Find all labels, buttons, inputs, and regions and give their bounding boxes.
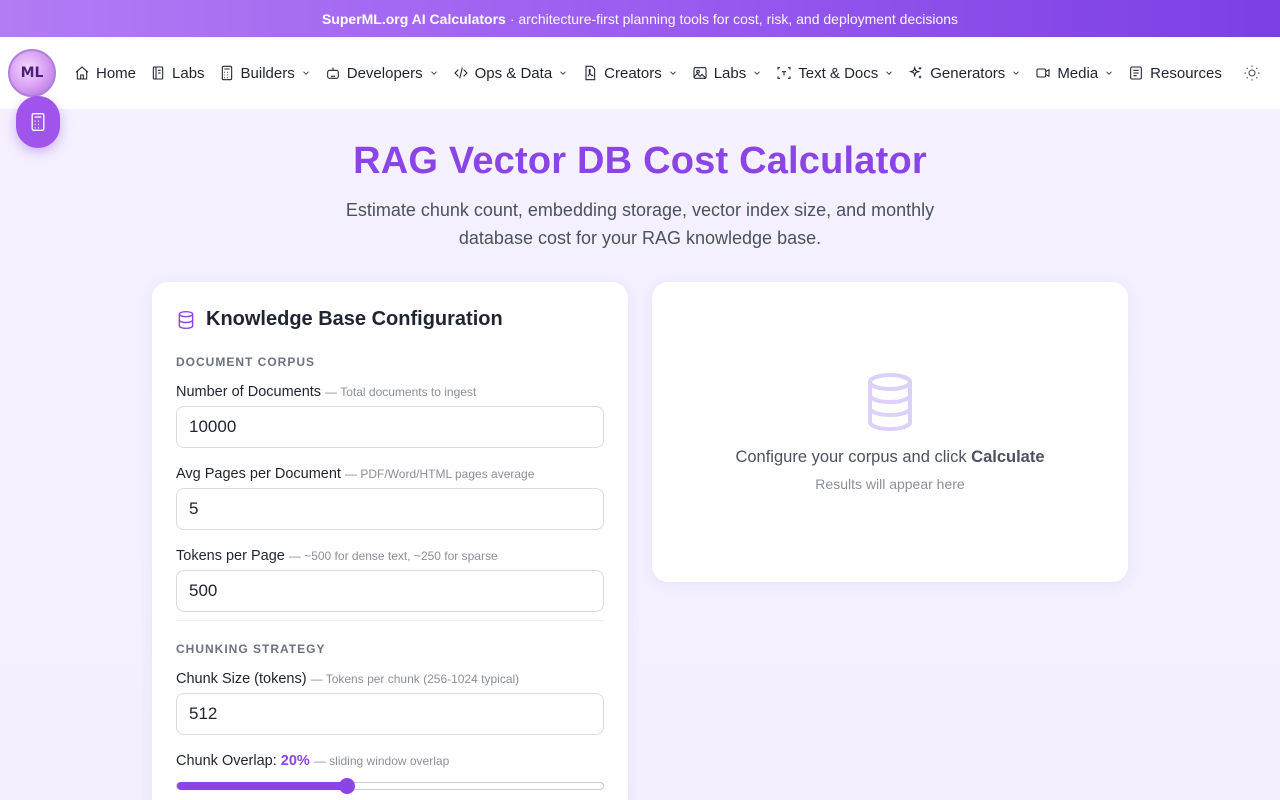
scan-text-icon [777, 67, 791, 79]
section-document-corpus: DOCUMENT CORPUS [176, 355, 316, 369]
num-docs-hint: — Total documents to ingest [325, 385, 477, 399]
chevron-down-icon [430, 71, 437, 75]
banner-tagline: · architecture-first planning tools for … [509, 10, 959, 27]
calculator-icon [31, 113, 45, 131]
video-icon [1036, 68, 1050, 78]
nav-items: Home Labs Builders Developers Ops & Data Crea… [74, 37, 1222, 109]
document-icon [585, 65, 596, 81]
code-icon [453, 67, 468, 79]
chunk-size-label-text: Chunk Size (tokens) [176, 671, 307, 687]
home-icon [75, 66, 89, 80]
top-banner: SuperML.org AI Calculators · architectur… [0, 0, 1280, 37]
sun-icon[interactable] [1243, 64, 1261, 82]
site-logo[interactable]: ML [8, 49, 56, 97]
tokens-per-page-label-text: Tokens per Page [176, 548, 285, 564]
chunk-overlap-label: Chunk Overlap: 20% — sliding window over… [176, 753, 449, 769]
nav-item-label: Builders [240, 64, 295, 82]
sparkles-icon [909, 65, 922, 79]
image-icon [693, 67, 707, 79]
nav-item-creators[interactable]: Creators [582, 65, 678, 82]
chunk-overlap-slider[interactable] [176, 778, 604, 794]
avg-pages-input[interactable] [176, 488, 604, 530]
chevron-down-icon [886, 71, 893, 75]
results-empty-sub: Results will appear here [815, 476, 965, 492]
num-docs-label: Number of Documents — Total documents to… [176, 384, 476, 400]
nav-item-label: Resources [1150, 64, 1222, 82]
avg-pages-hint: — PDF/Word/HTML pages average [345, 467, 535, 481]
nav-item-label: Creators [604, 64, 662, 82]
calculator-icon [221, 65, 232, 81]
nav-item-resources[interactable]: Resources [1128, 65, 1222, 82]
nav-item-builders[interactable]: Builders [219, 65, 311, 82]
section-divider [176, 620, 604, 621]
chunk-overlap-hint: — sliding window overlap [313, 754, 450, 768]
chunk-size-hint: — Tokens per chunk (256-1024 typical) [310, 672, 520, 686]
banner-brand[interactable]: SuperML.org AI Calculators [322, 11, 506, 27]
page-subtitle: Estimate chunk count, embedding storage,… [345, 200, 935, 248]
nav-item-label: Labs [172, 64, 205, 82]
chevron-down-icon [1106, 71, 1112, 75]
results-card: Configure your corpus and click Calculat… [652, 282, 1128, 582]
slider-thumb[interactable] [339, 778, 356, 794]
nav-item-text-docs[interactable]: Text & Docs [776, 65, 894, 82]
page-title: RAG Vector DB Cost Calculator [353, 140, 927, 182]
nav-item-label: Text & Docs [798, 64, 879, 82]
nav-item-label: Ops & Data [474, 64, 553, 82]
chunk-overlap-label-text: Chunk Overlap: [176, 753, 281, 769]
nav-item-labs-2[interactable]: Labs [692, 65, 763, 82]
tokens-per-page-label: Tokens per Page — ~500 for dense text, ~… [176, 548, 498, 564]
results-empty-message: Configure your corpus and click Calculat… [652, 448, 1128, 467]
main-nav: ML Home Labs Builders Developers Ops & Data C… [0, 37, 1280, 109]
results-empty-prefix: Configure your corpus and click [735, 448, 972, 466]
nav-item-developers[interactable]: Developers [325, 65, 439, 82]
logo-text: ML [20, 65, 44, 81]
chevron-down-icon [754, 71, 761, 75]
chunk-overlap-value: 20% [280, 753, 310, 769]
section-chunking-strategy: CHUNKING STRATEGY [176, 642, 326, 656]
nav-item-label: Developers [346, 64, 423, 82]
database-icon [178, 310, 194, 329]
config-card-header: Knowledge Base Configuration [176, 308, 503, 331]
knowledge-base-config-card: Knowledge Base Configuration DOCUMENT CO… [152, 282, 628, 800]
robot-icon [326, 67, 339, 79]
nav-item-ops-data[interactable]: Ops & Data [453, 65, 569, 82]
avg-pages-label: Avg Pages per Document — PDF/Word/HTML p… [176, 466, 534, 482]
database-icon [864, 372, 916, 432]
nav-item-label: Media [1057, 64, 1099, 82]
chevron-down-icon [560, 71, 566, 75]
num-docs-label-text: Number of Documents [176, 384, 322, 400]
chevron-down-icon [1013, 71, 1020, 75]
notebook-icon [152, 66, 164, 80]
nav-item-label: Labs [713, 64, 747, 82]
results-empty-calculate: Calculate [971, 448, 1045, 466]
chunk-size-label: Chunk Size (tokens) — Tokens per chunk (… [176, 671, 519, 687]
nav-item-generators[interactable]: Generators [908, 65, 1021, 82]
tokens-per-page-input[interactable] [176, 570, 604, 612]
avg-pages-label-text: Avg Pages per Document [176, 466, 341, 482]
chunk-size-input[interactable] [176, 693, 604, 735]
nav-item-label: Generators [930, 64, 1006, 82]
nav-item-labs[interactable]: Labs [150, 65, 205, 82]
chevron-down-icon [669, 71, 676, 75]
slider-fill [177, 782, 348, 790]
nav-item-home[interactable]: Home [74, 65, 136, 82]
num-docs-input[interactable] [176, 406, 604, 448]
nav-item-media[interactable]: Media [1035, 65, 1114, 82]
config-card-title: Knowledge Base Configuration [206, 308, 503, 330]
tokens-per-page-hint: — ~500 for dense text, ~250 for sparse [288, 549, 498, 563]
list-icon [1130, 66, 1143, 80]
nav-item-label: Home [96, 64, 137, 82]
chevron-down-icon [302, 71, 309, 75]
